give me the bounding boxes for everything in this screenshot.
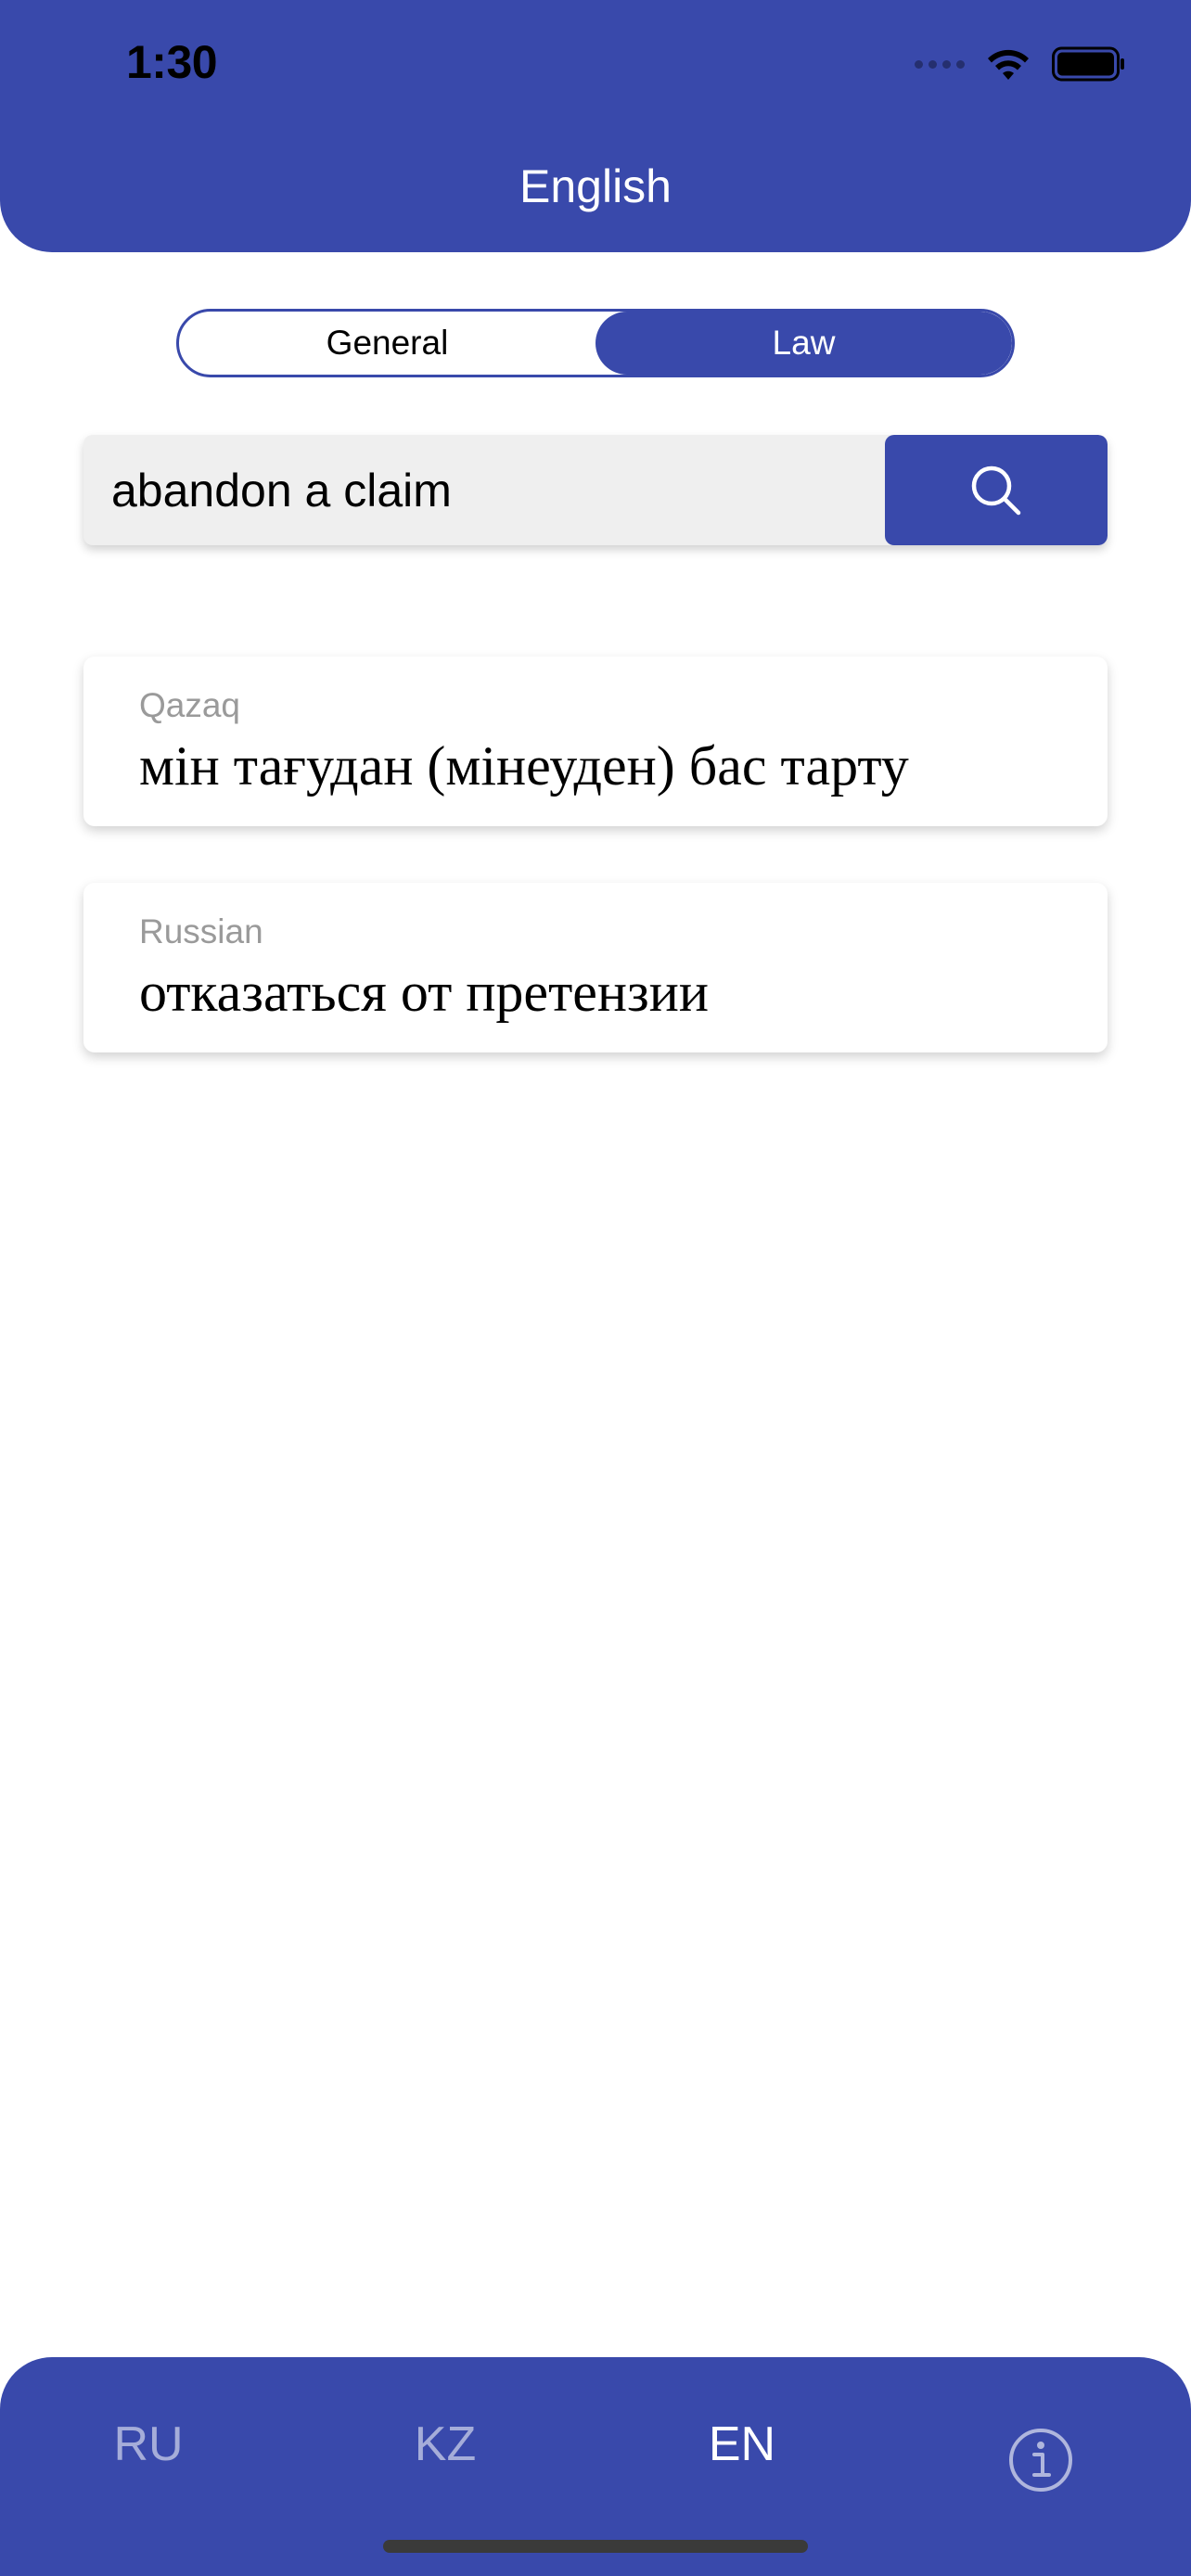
segment-law[interactable]: Law: [596, 312, 1012, 375]
page-title: English: [519, 160, 672, 212]
result-card-russian[interactable]: Russian отказаться от претензии: [83, 883, 1108, 1052]
search-button[interactable]: [885, 435, 1108, 545]
tab-kz[interactable]: KZ: [352, 2417, 538, 2472]
segment-general[interactable]: General: [179, 312, 596, 375]
search-icon: [971, 465, 1021, 515]
result-language-label: Qazaq: [139, 686, 241, 724]
result-translation: мін тағудан (мінеуден) бас тарту: [139, 735, 909, 797]
app-screen: 1:30 English General Law abandon a claim…: [0, 0, 1191, 2576]
search-input[interactable]: [111, 435, 872, 545]
result-translation: отказаться от претензии: [139, 962, 709, 1023]
tab-en[interactable]: EN: [649, 2417, 835, 2472]
tab-ru[interactable]: RU: [56, 2417, 241, 2472]
battery-icon: [1052, 46, 1124, 82]
category-segmented-control: General Law: [176, 309, 1015, 377]
wifi-icon: [988, 49, 1029, 80]
cellular-signal-icon: [915, 59, 965, 69]
result-language-label: Russian: [139, 912, 263, 950]
result-card-qazaq[interactable]: Qazaq мін тағудан (мінеуден) бас тарту: [83, 657, 1108, 826]
info-icon[interactable]: [1008, 2428, 1073, 2493]
status-time: 1:30: [126, 36, 218, 88]
header-bar: 1:30 English: [0, 0, 1191, 252]
status-icons: [915, 46, 1126, 82]
home-indicator: [383, 2540, 808, 2553]
search-bar: [83, 435, 1108, 545]
